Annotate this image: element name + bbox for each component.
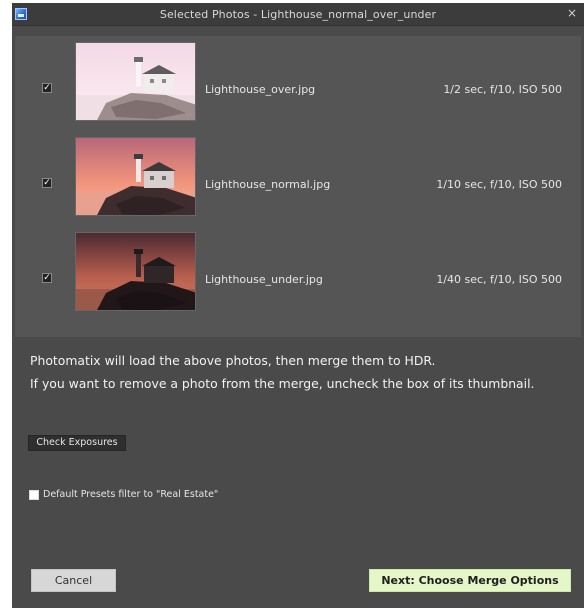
photo-filename: Lighthouse_under.jpg [205,273,323,286]
lighthouse-over-image [76,43,195,120]
photo-exposure: 1/40 sec, f/10, ISO 500 [436,273,562,286]
photo-list-panel: ✓ Lighthouse_over.jpg 1/2 sec, f/10, ISO… [15,36,581,337]
info-text-line2: If you want to remove a photo from the m… [30,376,535,391]
photo-checkbox[interactable]: ✓ [42,273,52,283]
window-title: Selected Photos - Lighthouse_normal_over… [159,8,437,21]
photo-thumbnail[interactable] [75,137,196,216]
selected-photos-dialog: Selected Photos - Lighthouse_normal_over… [12,3,584,608]
photo-exposure: 1/10 sec, f/10, ISO 500 [436,178,562,191]
photo-row: ✓ [15,226,581,311]
photo-filename: Lighthouse_over.jpg [205,83,316,96]
photo-checkbox[interactable]: ✓ [42,83,52,93]
preset-filter-label: Default Presets filter to "Real Estate" [43,489,219,500]
preset-filter-checkbox[interactable] [29,490,39,500]
info-text-line1: Photomatix will load the above photos, t… [30,353,436,368]
lighthouse-under-image [76,233,195,310]
photo-filename: Lighthouse_normal.jpg [205,178,331,191]
photo-thumbnail[interactable] [75,232,196,311]
photo-thumbnail[interactable] [75,42,196,121]
photo-row: ✓ [15,36,581,121]
cancel-button[interactable]: Cancel [31,569,116,592]
lighthouse-normal-image [76,138,195,215]
title-bar: Selected Photos - Lighthouse_normal_over… [12,3,584,26]
photo-row: ✓ [15,131,581,216]
photo-exposure: 1/2 sec, f/10, ISO 500 [443,83,562,96]
photo-checkbox[interactable]: ✓ [42,178,52,188]
check-exposures-button[interactable]: Check Exposures [28,435,126,451]
close-icon[interactable]: × [565,6,579,20]
next-merge-options-button[interactable]: Next: Choose Merge Options [369,569,571,592]
